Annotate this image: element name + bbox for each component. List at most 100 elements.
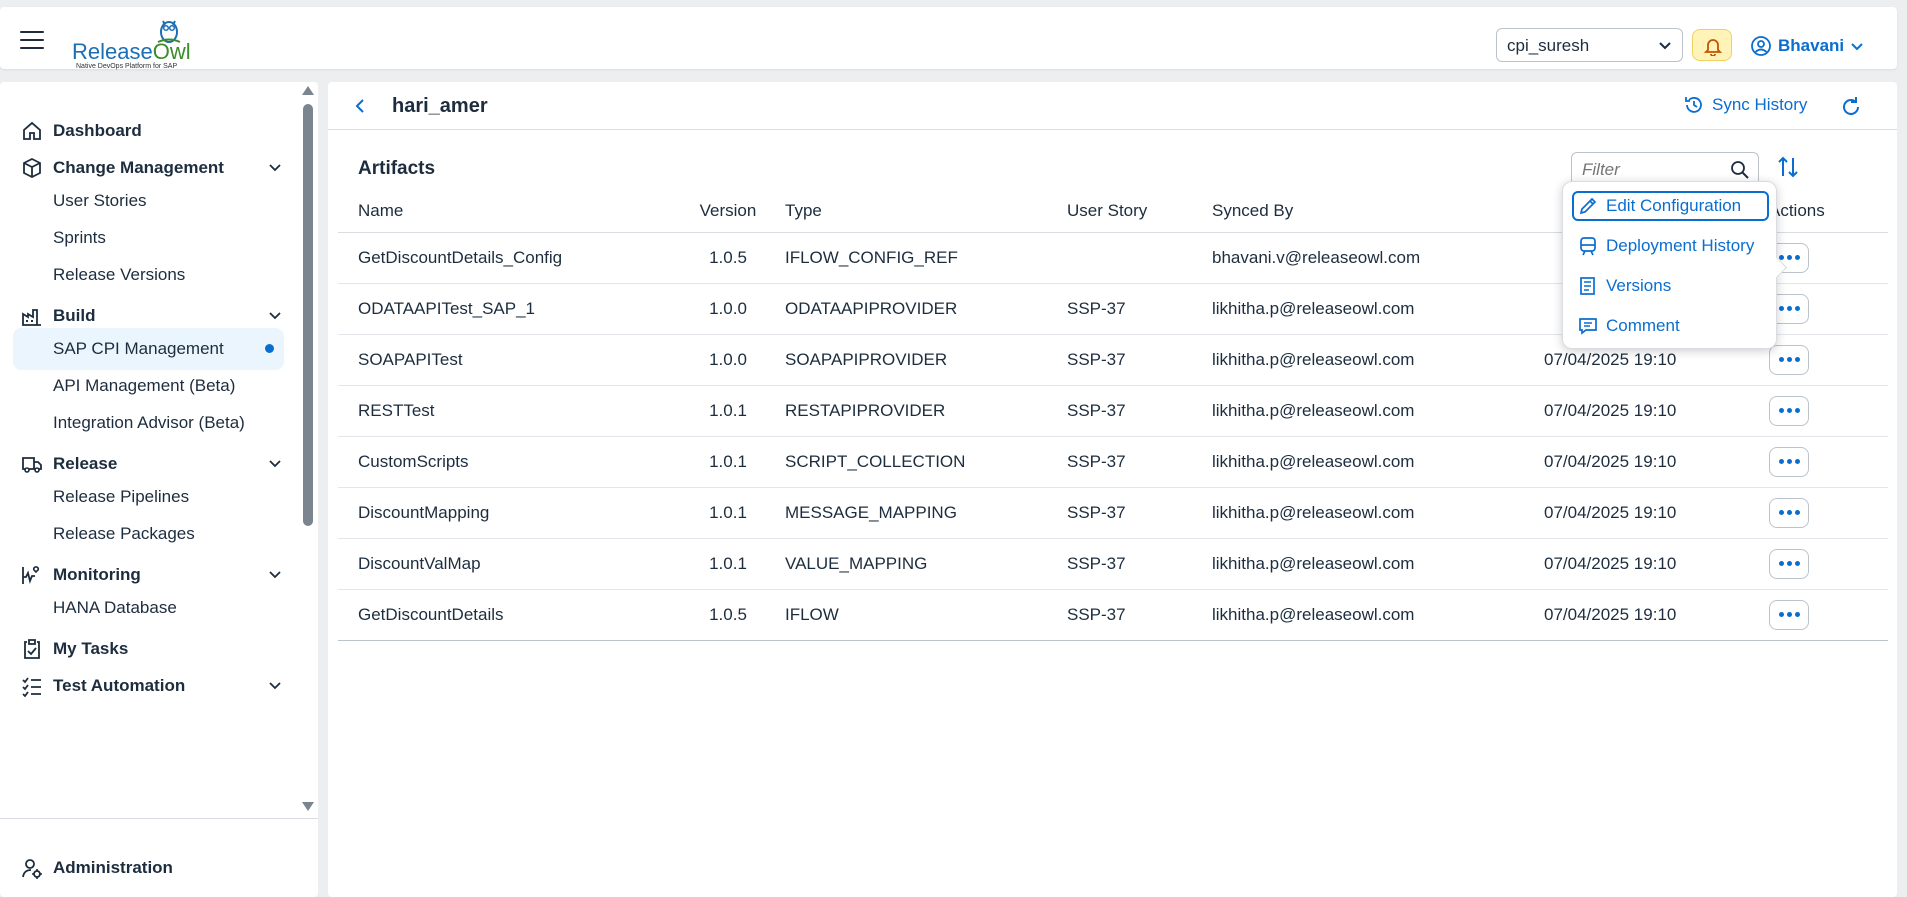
cell-synced-by: likhitha.p@releaseowl.com — [1212, 436, 1544, 488]
comment-icon — [1579, 318, 1597, 335]
filter-input[interactable] — [1582, 160, 1722, 180]
sidebar-item-release-versions[interactable]: Release Versions — [13, 254, 284, 296]
cell-user-story: SSP-37 — [1067, 436, 1212, 488]
cell-user-story: SSP-37 — [1067, 538, 1212, 590]
sidebar-scrollbar[interactable] — [300, 82, 316, 818]
dot — [1794, 561, 1800, 566]
sidebar-group-label: Build — [53, 306, 96, 325]
column-header-synced-by[interactable]: Synced By — [1212, 191, 1544, 233]
logo-tagline: Native DevOps Platform for SAP — [76, 63, 178, 70]
releaseowl-logo[interactable]: ReleaseOwl Native DevOps Platform for SA… — [72, 11, 202, 70]
menu-icon[interactable] — [20, 31, 44, 49]
table-row[interactable]: DiscountValMap 1.0.1 VALUE_MAPPING SSP-37 li… — [338, 538, 1888, 590]
menu-item-versions[interactable]: Versions — [1572, 271, 1769, 301]
table-row[interactable]: CustomScripts 1.0.1 SCRIPT_COLLECTION SSP-3… — [338, 436, 1888, 488]
refresh-icon[interactable] — [1838, 94, 1864, 120]
sidebar: Dashboard Change Management User Stories… — [0, 82, 318, 897]
column-header-type[interactable]: Type — [785, 191, 1067, 233]
chevron-down-icon[interactable] — [268, 308, 282, 322]
scroll-down-icon[interactable] — [302, 802, 314, 811]
more-actions-button[interactable] — [1769, 497, 1809, 528]
cell-type: IFLOW — [785, 589, 1067, 641]
menu-item-label: Edit Configuration — [1606, 196, 1742, 215]
sidebar-item-user-stories[interactable]: User Stories — [13, 180, 284, 222]
cell-synced-on: 07/04/2025 19:10 — [1544, 589, 1769, 641]
cell-name: DiscountMapping — [338, 487, 671, 539]
sidebar-item-integration-advisor[interactable]: Integration Advisor (Beta) — [13, 402, 284, 444]
table-row[interactable]: GetDiscountDetails 1.0.5 IFLOW SSP-37 likhit… — [338, 589, 1888, 641]
sidebar-item-release-pipelines[interactable]: Release Pipelines — [13, 476, 284, 518]
cell-version: 1.0.0 — [671, 334, 785, 386]
notifications-button[interactable] — [1692, 29, 1732, 61]
table-row[interactable]: DiscountMapping 1.0.1 MESSAGE_MAPPING SSP-3… — [338, 487, 1888, 539]
chevron-down-icon[interactable] — [268, 456, 282, 470]
scrollbar-thumb[interactable] — [303, 104, 313, 526]
menu-item-label: Comment — [1606, 316, 1680, 335]
more-actions-button[interactable] — [1769, 446, 1809, 477]
cell-synced-on: 07/04/2025 19:10 — [1544, 385, 1769, 437]
more-actions-button[interactable] — [1769, 344, 1809, 375]
dot — [1786, 408, 1792, 413]
sidebar-group-label: Dashboard — [53, 121, 142, 140]
sidebar-item-hana-database[interactable]: HANA Database — [13, 587, 284, 629]
menu-item-deployment-history[interactable]: Deployment History — [1572, 231, 1769, 261]
page-header: hari_amer Sync History — [328, 82, 1897, 130]
sidebar-item-sap-cpi-management[interactable]: SAP CPI Management — [13, 328, 284, 370]
cell-version: 1.0.5 — [671, 589, 785, 641]
cell-synced-by: likhitha.p@releaseowl.com — [1212, 334, 1544, 386]
sidebar-group-dashboard[interactable]: Dashboard — [20, 111, 288, 151]
chevron-down-icon[interactable] — [268, 160, 282, 174]
cell-version: 1.0.5 — [671, 232, 785, 284]
cell-actions — [1769, 334, 1888, 386]
app-header: ReleaseOwl Native DevOps Platform for SA… — [0, 7, 1897, 70]
sidebar-group-test-automation[interactable]: Test Automation — [20, 666, 288, 706]
sort-icon[interactable] — [1775, 154, 1801, 180]
dot — [1794, 459, 1800, 464]
sync-history-button[interactable]: Sync History — [1683, 94, 1807, 116]
search-icon[interactable] — [1730, 160, 1750, 180]
cell-user-story: SSP-37 — [1067, 334, 1212, 386]
sidebar-item-administration[interactable]: Administration — [20, 848, 173, 888]
cell-version: 1.0.1 — [671, 385, 785, 437]
truck-icon — [20, 452, 44, 476]
back-icon[interactable] — [350, 96, 370, 116]
cell-version: 1.0.1 — [671, 436, 785, 488]
scroll-up-icon[interactable] — [302, 86, 314, 95]
more-actions-button[interactable] — [1769, 548, 1809, 579]
column-header-user-story[interactable]: User Story — [1067, 191, 1212, 233]
dot — [1778, 561, 1784, 566]
sidebar-item-label: SAP CPI Management — [53, 339, 224, 358]
menu-item-comment[interactable]: Comment — [1572, 311, 1769, 341]
active-indicator — [265, 344, 274, 353]
sidebar-item-release-packages[interactable]: Release Packages — [13, 513, 284, 555]
dot — [1786, 561, 1792, 566]
menu-item-label: Versions — [1606, 276, 1672, 295]
chevron-down-icon[interactable] — [268, 678, 282, 692]
cell-name: DiscountValMap — [338, 538, 671, 590]
chevron-down-icon[interactable] — [268, 567, 282, 581]
logo-text: ReleaseOwl — [72, 39, 191, 64]
more-actions-button[interactable] — [1769, 395, 1809, 426]
cell-type: MESSAGE_MAPPING — [785, 487, 1067, 539]
user-settings-icon — [20, 856, 44, 880]
more-actions-button[interactable] — [1769, 599, 1809, 630]
column-header-version[interactable]: Version — [671, 191, 785, 233]
sidebar-item-api-management[interactable]: API Management (Beta) — [13, 365, 284, 407]
cell-type: SOAPAPIPROVIDER — [785, 334, 1067, 386]
cell-actions — [1769, 385, 1888, 437]
sidebar-group-label: Change Management — [53, 158, 224, 177]
user-avatar-icon — [1751, 36, 1771, 56]
cell-user-story: SSP-37 — [1067, 283, 1212, 335]
table-row[interactable]: RESTTest 1.0.1 RESTAPIPROVIDER SSP-37 likhit… — [338, 385, 1888, 437]
menu-item-label: Deployment History — [1606, 236, 1755, 255]
column-header-name[interactable]: Name — [338, 191, 671, 233]
dot — [1794, 255, 1800, 260]
cell-type: IFLOW_CONFIG_REF — [785, 232, 1067, 284]
dot — [1794, 612, 1800, 617]
sidebar-group-my-tasks[interactable]: My Tasks — [20, 629, 288, 669]
menu-item-edit-configuration[interactable]: Edit Configuration — [1572, 191, 1769, 221]
sidebar-item-sprints[interactable]: Sprints — [13, 217, 284, 259]
cell-type: SCRIPT_COLLECTION — [785, 436, 1067, 488]
user-menu-button[interactable]: Bhavani — [1750, 33, 1864, 59]
tenant-select[interactable]: cpi_suresh — [1496, 28, 1683, 62]
